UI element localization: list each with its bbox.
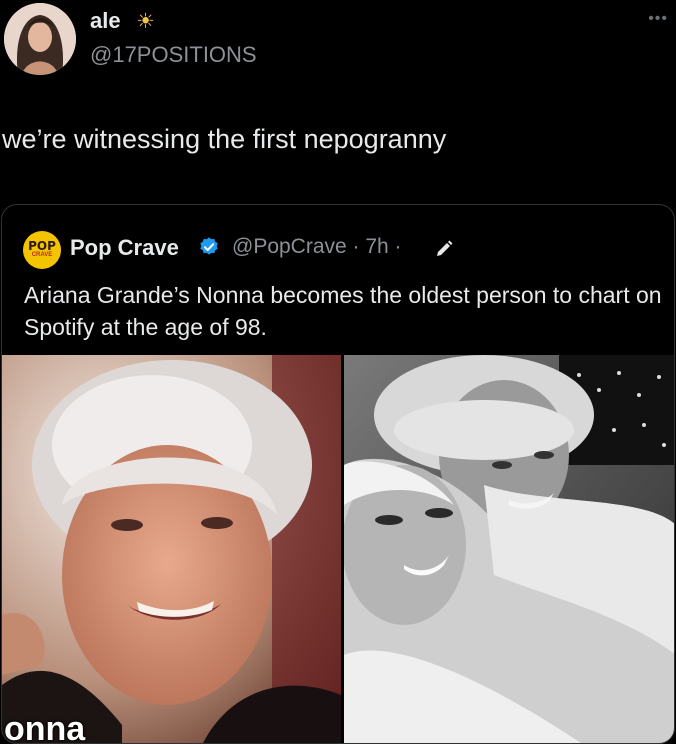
logo-text-bottom: CRAVE bbox=[31, 252, 53, 258]
verified-badge-icon bbox=[200, 237, 218, 255]
right-photo[interactable] bbox=[344, 355, 674, 743]
ellipsis-icon[interactable]: ••• bbox=[648, 10, 668, 28]
sun-emoji: ☀ bbox=[136, 10, 155, 33]
logo-text-top: POP bbox=[28, 239, 56, 253]
avatar-image bbox=[4, 3, 76, 75]
left-photo[interactable]: onna bbox=[2, 355, 341, 744]
quoted-text: Ariana Grande’s Nonna becomes the oldest… bbox=[24, 282, 662, 340]
pop-crave-logo[interactable]: POP CRAVE bbox=[23, 231, 61, 269]
quoted-author-name[interactable]: Pop Crave bbox=[70, 235, 179, 261]
author-handle[interactable]: @17POSITIONS bbox=[90, 42, 257, 68]
author-name[interactable]: ale bbox=[90, 8, 121, 34]
quoted-tweet[interactable]: POP CRAVE Pop Crave @PopCrave · 7h · Ari… bbox=[1, 204, 675, 744]
tweet-text: we’re witnessing the first nepogranny bbox=[2, 124, 447, 154]
avatar[interactable] bbox=[4, 3, 76, 75]
quoted-handle-time[interactable]: @PopCrave · 7h · bbox=[232, 235, 402, 259]
edited-pencil-icon bbox=[437, 240, 453, 256]
image-caption: onna bbox=[4, 710, 86, 744]
grandmother-granddaughter-selfie-image bbox=[344, 355, 674, 743]
grandmother-portrait-image bbox=[2, 355, 341, 743]
